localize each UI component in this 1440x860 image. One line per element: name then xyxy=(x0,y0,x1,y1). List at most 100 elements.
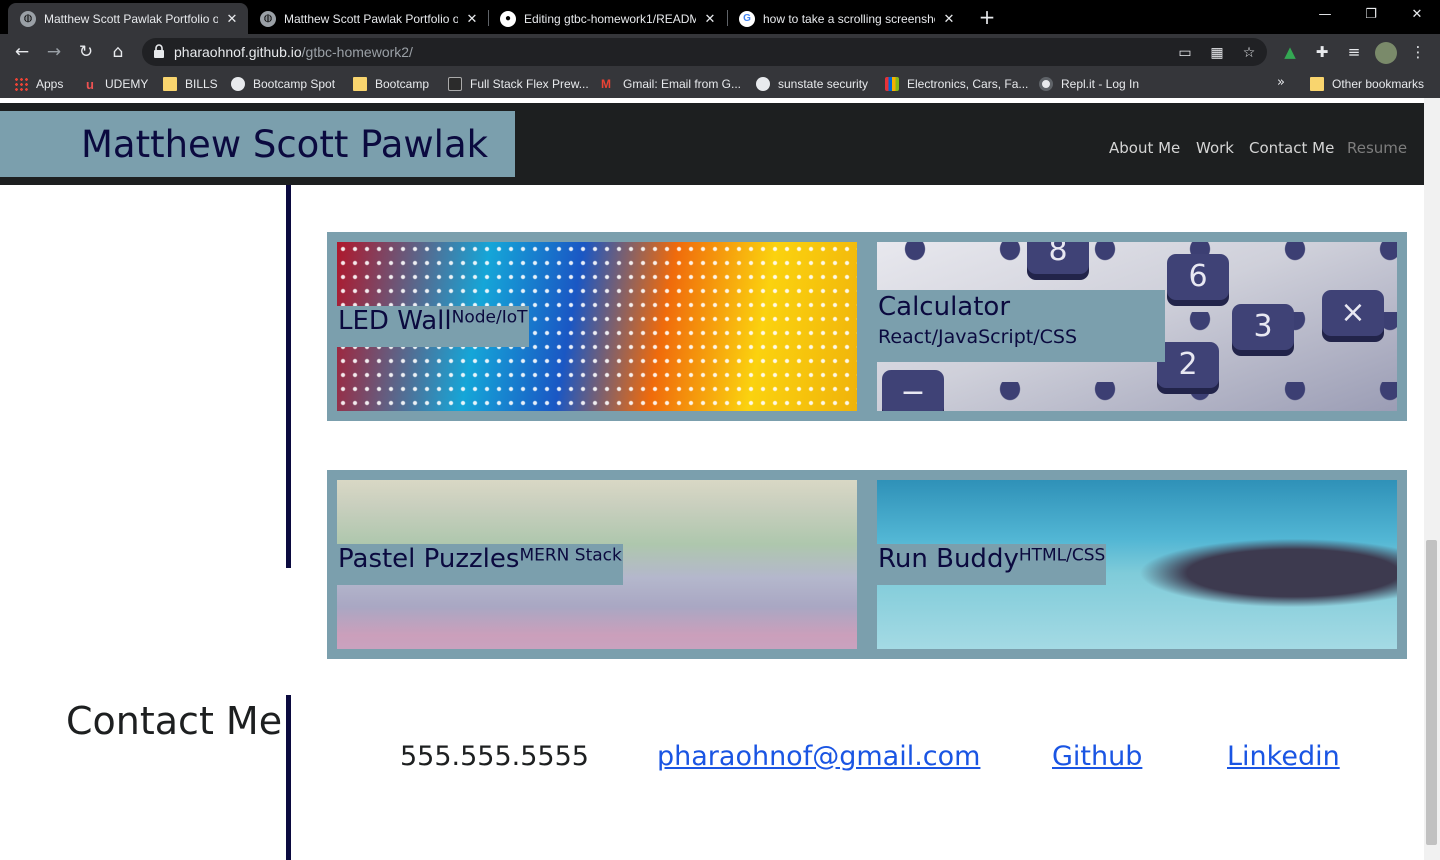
folder-icon xyxy=(1310,77,1324,91)
project-card-pastel-puzzles[interactable]: Pastel PuzzlesMERN Stack xyxy=(337,480,857,649)
contact-linkedin-link[interactable]: Linkedin xyxy=(1227,741,1340,772)
new-tab-button[interactable]: + xyxy=(976,6,998,28)
bookmark-bills[interactable]: BILLS xyxy=(163,76,218,92)
folder-icon xyxy=(163,77,177,91)
contact-section-divider xyxy=(286,695,291,860)
contact-email-link[interactable]: pharaohnof@gmail.com xyxy=(657,741,980,772)
bookmark-bootcamp[interactable]: Bootcamp xyxy=(353,76,429,92)
bookmark-udemy[interactable]: u UDEMY xyxy=(83,76,148,92)
project-label: LED WallNode/IoT xyxy=(337,306,529,347)
bookmark-star-icon[interactable]: ☆ xyxy=(1240,44,1258,62)
google-icon: G xyxy=(739,10,755,27)
tab-title: Matthew Scott Pawlak Portfolio o xyxy=(44,11,218,26)
tab-title: Matthew Scott Pawlak Portfolio o xyxy=(284,11,458,26)
window-close-icon[interactable]: ✕ xyxy=(1394,4,1440,26)
project-name: Run Buddy xyxy=(878,544,1019,574)
nav-work[interactable]: Work xyxy=(1196,139,1234,157)
project-card-run-buddy[interactable]: Run BuddyHTML/CSS xyxy=(877,480,1397,649)
url-text: pharaohnof.github.io/gtbc-homework2/ xyxy=(174,44,413,60)
close-icon[interactable]: ✕ xyxy=(224,11,240,27)
nav-resume[interactable]: Resume xyxy=(1347,139,1407,157)
bookmark-label: Bootcamp xyxy=(375,77,430,91)
project-name: Pastel Puzzles xyxy=(338,544,520,574)
url-host: pharaohnof.github.io xyxy=(174,44,302,60)
google-drive-icon[interactable]: ▲ xyxy=(1280,42,1300,62)
tab-portfolio-active[interactable]: ◍ Matthew Scott Pawlak Portfolio o ✕ xyxy=(8,3,248,34)
contact-phone: 555.555.5555 xyxy=(400,741,589,772)
bookmark-full-stack-flex[interactable]: Full Stack Flex Prew... xyxy=(448,76,589,92)
site-name[interactable]: Matthew Scott Pawlak xyxy=(81,123,488,166)
project-label: Run BuddyHTML/CSS xyxy=(877,544,1107,585)
bookmark-replit[interactable]: Repl.it - Log In xyxy=(1039,76,1139,92)
bookmark-gmail[interactable]: M Gmail: Email from G... xyxy=(601,76,741,92)
globe-icon: ◍ xyxy=(260,10,276,27)
bookmark-label: BILLS xyxy=(185,77,218,91)
project-name: LED Wall xyxy=(338,306,452,336)
replit-icon xyxy=(1039,77,1053,91)
close-icon[interactable]: ✕ xyxy=(464,11,480,27)
tab-github-readme[interactable]: ● Editing gtbc-homework1/READM ✕ xyxy=(488,3,726,34)
nav-contact-me[interactable]: Contact Me xyxy=(1249,139,1334,157)
scrollbar-thumb[interactable] xyxy=(1426,540,1437,845)
close-icon[interactable]: ✕ xyxy=(702,11,718,27)
globe-icon: ◍ xyxy=(20,10,36,27)
tab-google-search[interactable]: G how to take a scrolling screensho ✕ xyxy=(727,3,965,34)
close-icon[interactable]: ✕ xyxy=(941,11,957,27)
udemy-icon: u xyxy=(86,77,94,92)
project-tech: React/JavaScript/CSS xyxy=(878,326,1078,348)
reading-list-icon[interactable]: ≡ xyxy=(1344,42,1364,62)
bookmark-other-bookmarks[interactable]: Other bookmarks xyxy=(1310,76,1424,92)
address-bar[interactable]: pharaohnof.github.io/gtbc-homework2/ ▭ ▦… xyxy=(142,38,1267,66)
project-label: Calculator React/JavaScript/CSS xyxy=(877,290,1165,362)
bookmark-label: Repl.it - Log In xyxy=(1061,77,1140,91)
bookmark-label: Bootcamp Spot xyxy=(253,77,336,91)
calculator-key: 2 xyxy=(1157,342,1219,388)
project-card-calculator[interactable]: 8 6 3 2 × − Calculator React/JavaScript/… xyxy=(877,242,1397,411)
browser-toolbar: ← → ↻ ⌂ pharaohnof.github.io/gtbc-homewo… xyxy=(0,34,1440,70)
bookmark-bootcamp-spot[interactable]: Bootcamp Spot xyxy=(231,76,335,92)
url-path: /gtbc-homework2/ xyxy=(301,44,413,60)
folder-icon xyxy=(353,77,367,91)
back-icon[interactable]: ← xyxy=(10,40,34,64)
work-section-divider xyxy=(286,184,291,568)
book-icon xyxy=(448,77,462,91)
github-icon: ● xyxy=(500,10,516,27)
profile-avatar[interactable] xyxy=(1375,42,1397,64)
tab-strip: ◍ Matthew Scott Pawlak Portfolio o ✕ ◍ M… xyxy=(0,0,1440,34)
nav-about-me[interactable]: About Me xyxy=(1109,139,1180,157)
bookmark-label: Full Stack Flex Prew... xyxy=(470,77,589,91)
calculator-key: 6 xyxy=(1167,254,1229,300)
project-tech: MERN Stack xyxy=(519,545,622,566)
extensions-puzzle-icon[interactable]: ✚ xyxy=(1312,42,1332,62)
project-card-led-wall[interactable]: LED WallNode/IoT xyxy=(337,242,857,411)
forward-icon[interactable]: → xyxy=(42,40,66,64)
reload-icon[interactable]: ↻ xyxy=(74,40,98,64)
globe-icon xyxy=(756,77,770,91)
lock-icon xyxy=(154,44,164,58)
bookmark-apps[interactable]: Apps xyxy=(14,76,63,92)
restore-icon[interactable]: ❐ xyxy=(1348,4,1394,26)
bookmark-label: sunstate security xyxy=(778,77,869,91)
cast-icon[interactable]: ▭ xyxy=(1176,44,1194,62)
minimize-icon[interactable]: — xyxy=(1302,4,1348,26)
more-menu-icon[interactable]: ⋮ xyxy=(1408,42,1428,62)
gmail-icon: M xyxy=(601,77,611,91)
project-tech: Node/IoT xyxy=(451,307,528,328)
qr-code-icon[interactable]: ▦ xyxy=(1208,44,1226,62)
project-label: Pastel PuzzlesMERN Stack xyxy=(337,544,623,585)
tab-portfolio[interactable]: ◍ Matthew Scott Pawlak Portfolio o ✕ xyxy=(248,3,488,34)
bookmark-ebay[interactable]: Electronics, Cars, Fa... xyxy=(885,76,1028,92)
bookmark-label: Apps xyxy=(36,77,64,91)
bookmark-sunstate-security[interactable]: sunstate security xyxy=(756,76,868,92)
ebay-icon xyxy=(885,77,899,91)
calculator-key: 8 xyxy=(1027,242,1089,274)
page-viewport: LED WallNode/IoT 8 6 3 2 × − Calculator … xyxy=(0,98,1424,860)
bookmarks-overflow-chevron-icon[interactable]: » xyxy=(1277,75,1285,90)
calculator-key: − xyxy=(882,370,944,411)
bookmark-label: UDEMY xyxy=(105,77,149,91)
apps-grid-icon xyxy=(14,77,28,91)
contact-github-link[interactable]: Github xyxy=(1052,741,1142,772)
home-icon[interactable]: ⌂ xyxy=(106,40,130,64)
project-name: Calculator xyxy=(878,292,1011,322)
calculator-key: × xyxy=(1322,290,1384,336)
